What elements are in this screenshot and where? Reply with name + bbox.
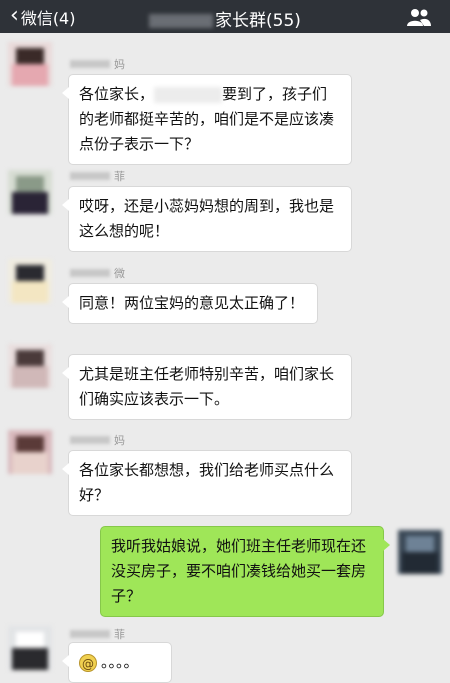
redacted-group-name [149,14,214,28]
message-item: 妈 各位家长都想想，我们给老师买点什么好？ [0,428,450,518]
avatar[interactable] [8,42,52,86]
top-bar: ‹ 微信(4) 家长群(55) [0,0,450,33]
avatar[interactable] [8,259,52,303]
sender-name: 菲 [70,626,125,642]
message-item: 妈 各位家长， 要到了，孩子们的老师都挺辛苦的，咱们是不是应该凑点份子表示一下？ [0,36,450,165]
message-bubble[interactable]: 各位家长， 要到了，孩子们的老师都挺辛苦的，咱们是不是应该凑点份子表示一下？ [62,74,352,165]
sender-name: 妈 [70,432,125,448]
message-item: 菲 哎呀，还是小蕊妈妈想的周到，我也是这么想的呢！ [0,160,450,255]
message-bubble[interactable]: 各位家长都想想，我们给老师买点什么好？ [62,450,352,516]
message-bubble[interactable]: 尤其是班主任老师特别辛苦，咱们家长们确实应该表示一下。 [62,354,352,420]
chat-title-text: 家长群(55) [215,11,301,31]
redacted-text [154,86,223,103]
message-bubble[interactable]: 。。。。 [62,642,172,683]
message-item: 微 同意！两位宝妈的意见太正确了！ [0,255,450,325]
message-bubble[interactable]: 我听我姑娘说，她们班主任老师现在还没买房子，要不咱们凑钱给她买一套房子？ [100,526,390,617]
avatar[interactable] [398,530,442,574]
sender-name: 菲 [70,168,125,184]
message-item: 我听我姑娘说，她们班主任老师现在还没买房子，要不咱们凑钱给她买一套房子？ [0,522,450,617]
chat-title: 家长群(55) [0,6,450,31]
group-people-icon[interactable] [406,7,432,27]
avatar[interactable] [8,626,52,670]
message-item: 菲 。。。。 [0,622,450,683]
angry-face-emoji [79,652,97,677]
sender-name: 微 [70,265,125,281]
avatar[interactable] [8,344,52,388]
sender-name: 妈 [70,56,125,72]
message-bubble[interactable]: 哎呀，还是小蕊妈妈想的周到，我也是这么想的呢！ [62,186,352,252]
message-bubble[interactable]: 同意！两位宝妈的意见太正确了！ [62,283,318,324]
message-item: 尤其是班主任老师特别辛苦，咱们家长们确实应该表示一下。 [0,338,450,428]
avatar[interactable] [8,170,52,214]
avatar[interactable] [8,430,52,474]
